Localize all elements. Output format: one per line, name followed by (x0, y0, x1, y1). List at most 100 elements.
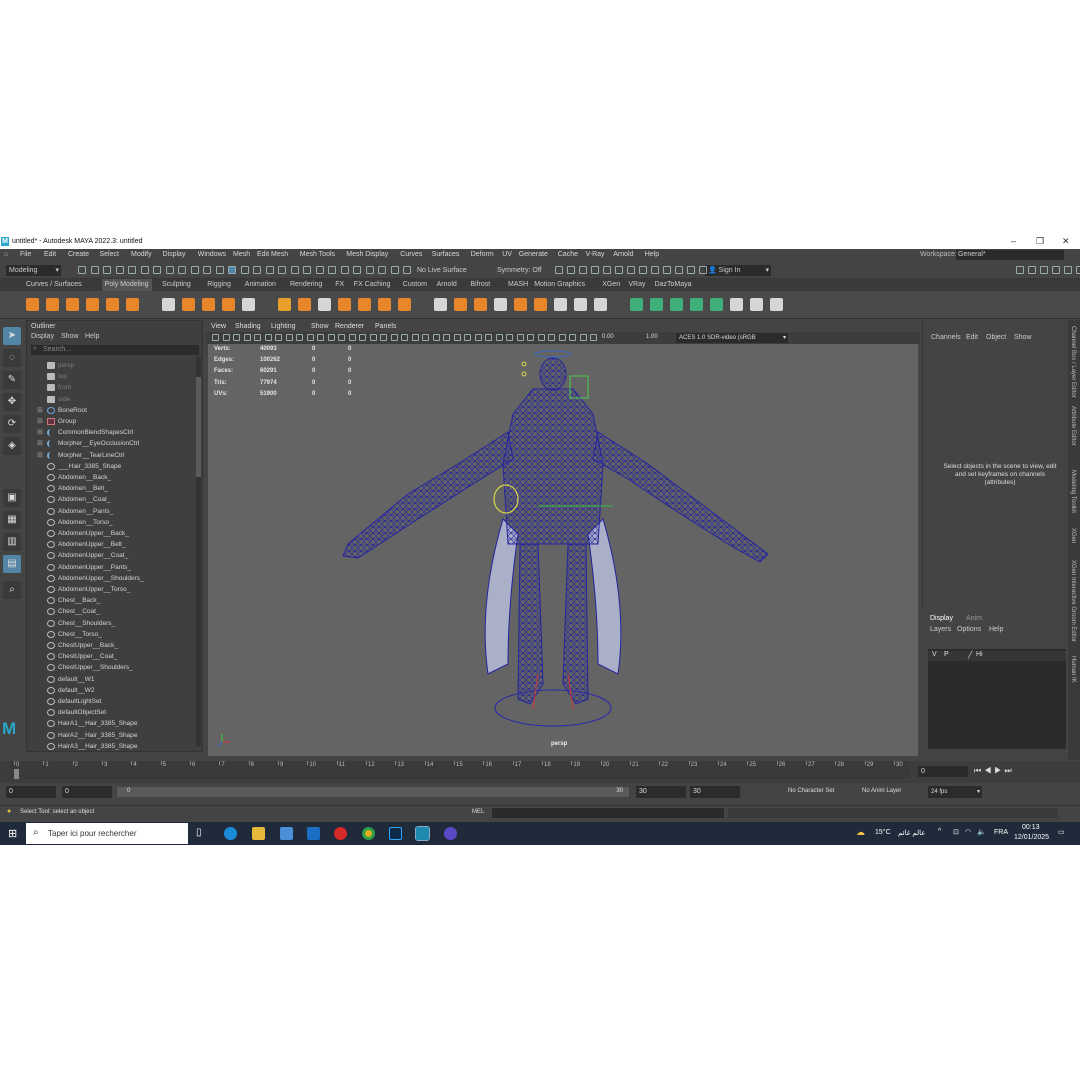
menu-item-uv[interactable]: UV (502, 251, 512, 258)
menu-item-modify[interactable]: Modify (131, 251, 152, 258)
shelf-tab-bifrost[interactable]: Bifrost (470, 281, 490, 288)
shelf-tool-icon[interactable] (574, 298, 587, 311)
viewport-tool-icon[interactable] (485, 334, 492, 341)
status-tool-icon[interactable] (178, 266, 186, 274)
wifi-icon[interactable]: ◠ (965, 828, 971, 836)
menu-item-help[interactable]: Help (645, 251, 659, 258)
layer-tab-anim[interactable]: Anim (966, 615, 982, 622)
outliner-menu-show[interactable]: Show (61, 333, 79, 340)
status-tool-icon[interactable] (365, 266, 374, 274)
status-tool-icon[interactable] (1052, 266, 1060, 274)
status-tool-icon[interactable] (567, 266, 575, 274)
shelf-tab-mash[interactable]: MASH (508, 281, 528, 288)
viewport-menu-renderer[interactable]: Renderer (335, 323, 364, 330)
side-tab-xgen-interactive-groom-editor[interactable]: XGen Interactive Groom Editor (1070, 560, 1076, 642)
status-tool-icon[interactable] (591, 266, 599, 274)
status-tool-icon[interactable] (378, 266, 386, 274)
taskbar-search-input[interactable]: Taper ici pour rechercher (26, 823, 188, 844)
menu-item-mesh-tools[interactable]: Mesh Tools (300, 251, 335, 258)
discord-icon[interactable] (444, 827, 457, 840)
status-tool-icon[interactable] (353, 266, 361, 274)
layer-tab-display[interactable]: Display (930, 615, 953, 622)
clock-date[interactable]: 12/01/2025 (1014, 834, 1049, 841)
restore-icon[interactable]: ❐ (1036, 236, 1044, 247)
viewport-tool-icon[interactable] (390, 334, 398, 341)
viewport-tool-icon[interactable] (411, 334, 419, 341)
shelf-tool-icon[interactable] (770, 298, 783, 311)
shelf-tool-icon[interactable] (650, 298, 663, 311)
menu-item-edit[interactable]: Edit (44, 251, 56, 258)
viewport-tool-icon[interactable] (359, 334, 366, 341)
status-tool-icon[interactable] (153, 266, 161, 274)
outliner-item[interactable]: default__W2 (27, 685, 197, 696)
shelf-tool-icon[interactable] (106, 298, 119, 311)
menu-item-deform[interactable]: Deform (471, 251, 494, 258)
language-indicator[interactable]: FRA (994, 829, 1008, 836)
options-menu[interactable]: Options (957, 626, 981, 633)
outliner-item[interactable]: ⊞ Morpher__TearLineCtrl (27, 450, 197, 461)
range-slider[interactable]: 0 30 (117, 787, 629, 797)
shelf-tool-icon[interactable] (378, 298, 391, 311)
outliner-item[interactable]: Chest__Shoulders_ (27, 618, 197, 629)
status-tool-icon[interactable] (128, 266, 136, 274)
shelf-tab-fx[interactable]: FX (335, 281, 344, 288)
outliner-item[interactable]: HairA2__Hair_3385_Shape (27, 730, 197, 741)
shelf-tool-icon[interactable] (202, 298, 215, 311)
side-tab-modeling-toolkit[interactable]: Modeling Toolkit (1070, 470, 1076, 513)
outliner-item[interactable]: ChestUpper__Back_ (27, 640, 197, 651)
status-tool-icon[interactable] (278, 266, 286, 274)
shelf-tool-icon[interactable] (670, 298, 683, 311)
store-icon[interactable] (280, 827, 293, 840)
status-tool-icon[interactable] (1028, 266, 1036, 274)
menu-item-create[interactable]: Create (68, 251, 89, 258)
opera-icon[interactable] (334, 827, 347, 840)
range-start-field[interactable]: 0 (62, 786, 112, 798)
shelf-tool-icon[interactable] (26, 298, 39, 311)
shelf-tool-icon[interactable] (594, 298, 607, 311)
menu-item-surfaces[interactable]: Surfaces (432, 251, 460, 258)
end-time-field[interactable]: 30 (690, 786, 740, 798)
viewport-tool-icon[interactable] (296, 334, 303, 341)
shelf-tab-xgen[interactable]: XGen (602, 281, 620, 288)
viewport-tool-icon[interactable] (317, 334, 324, 341)
viewport-tool-icon[interactable] (506, 334, 513, 341)
start-time-field[interactable]: 0 (6, 786, 56, 798)
viewport-tool-icon[interactable] (264, 334, 272, 341)
outliner-item[interactable]: side (27, 394, 197, 405)
side-tab-human-ik[interactable]: Human IK (1070, 656, 1076, 683)
shelf-tab-motion-graphics[interactable]: Motion Graphics (534, 281, 585, 288)
shelf-tool-icon[interactable] (182, 298, 195, 311)
status-tool-icon[interactable] (340, 266, 349, 274)
character-set-field[interactable]: No Character Set (788, 788, 834, 794)
viewport-menu-shading[interactable]: Shading (235, 323, 261, 330)
shelf-tab-rigging[interactable]: Rigging (207, 281, 231, 288)
edge-browser-icon[interactable] (224, 827, 237, 840)
status-tool-icon[interactable] (403, 266, 411, 274)
outliner-item[interactable]: AbdomenUpper__Torso_ (27, 584, 197, 595)
current-frame-field[interactable]: 0 (918, 766, 968, 777)
status-tool-icon[interactable] (687, 266, 695, 274)
notification-icon[interactable]: ▭ (1058, 828, 1065, 836)
outliner-item[interactable]: top (27, 371, 197, 382)
menu-item-cache[interactable]: Cache (558, 251, 578, 258)
paint-select-icon[interactable]: ✎ (3, 371, 21, 389)
menu-item-arnold[interactable]: Arnold (613, 251, 633, 258)
viewport-tool-icon[interactable] (422, 334, 429, 341)
status-tool-icon[interactable] (1064, 266, 1072, 274)
shelf-tool-icon[interactable] (730, 298, 743, 311)
layer-row[interactable]: V P ╱ Hi (928, 651, 1066, 661)
menu-item-file[interactable]: File (20, 251, 31, 258)
status-tool-icon[interactable] (555, 266, 563, 274)
volume-icon[interactable]: 🔈 (977, 828, 986, 836)
mode-dropdown[interactable]: Modeling ▾ (6, 265, 61, 276)
outliner-item[interactable]: ⊞ BoneRoot (27, 405, 197, 416)
shelf-tool-icon[interactable] (690, 298, 703, 311)
time-ruler[interactable]: 0 1 2 3 4 5 6 7 8 9 10 11 12 13 14 15 16 17 18 19 20 21 22 23 24… (10, 761, 910, 779)
file-explorer-icon[interactable] (252, 827, 265, 840)
viewport-tool-icon[interactable] (306, 334, 314, 341)
edit-menu[interactable]: Edit (966, 334, 978, 341)
shelf-tool-icon[interactable] (398, 298, 411, 311)
shelf-tool-icon[interactable] (630, 298, 643, 311)
shelf-tab-animation[interactable]: Animation (245, 281, 276, 288)
side-tab-channel-box-layer-editor[interactable]: Channel Box / Layer Editor (1070, 326, 1076, 398)
